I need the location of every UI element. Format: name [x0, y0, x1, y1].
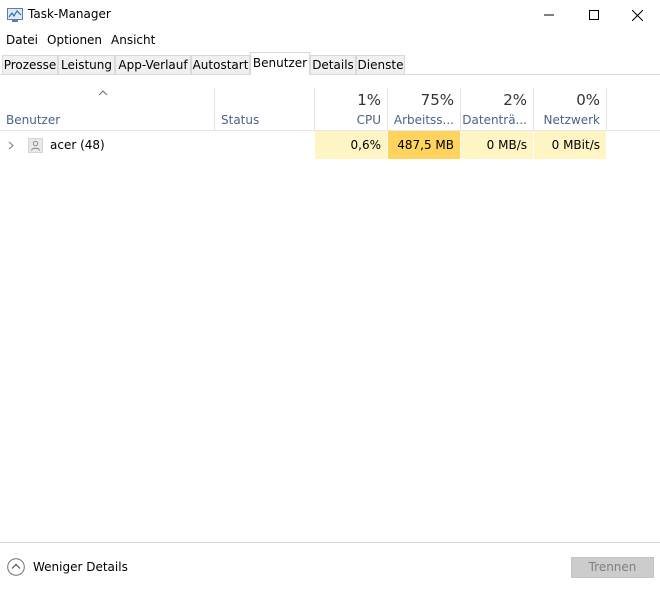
fewer-details-link[interactable]: Weniger Details [33, 560, 128, 574]
network-header-label: Netzwerk [543, 113, 600, 127]
tab-autostart[interactable]: Autostart [191, 55, 250, 74]
disk-cell: 0 MB/s [461, 131, 533, 159]
header-benutzer[interactable]: Benutzer [6, 113, 60, 127]
cpu-total-percent: 1% [357, 91, 381, 109]
disk-header-label: Datenträ... [462, 113, 527, 127]
cpu-cell: 0,6% [315, 131, 387, 159]
tab-details[interactable]: Details [310, 55, 356, 74]
menu-item-optionen[interactable]: Optionen [47, 33, 102, 47]
footer: Weniger Details Trennen [0, 542, 660, 592]
header-memory[interactable]: 75% Arbeitss... [388, 88, 460, 130]
menu-item-ansicht[interactable]: Ansicht [111, 33, 155, 47]
expand-chevron-icon[interactable] [8, 141, 14, 150]
sort-ascending-icon [98, 90, 108, 96]
menu-item-datei[interactable]: Datei [6, 33, 38, 47]
disk-total-percent: 2% [503, 91, 527, 109]
disconnect-button[interactable]: Trennen [571, 557, 654, 578]
header-disk[interactable]: 2% Datenträ... [461, 88, 533, 130]
network-cell: 0 MBit/s [534, 131, 606, 159]
network-total-percent: 0% [576, 91, 600, 109]
header-network[interactable]: 0% Netzwerk [534, 88, 606, 130]
column-divider[interactable] [214, 88, 215, 130]
window-title: Task-Manager [28, 7, 111, 21]
tab-leistung[interactable]: Leistung [58, 55, 115, 74]
tab-benutzer[interactable]: Benutzer [250, 52, 310, 75]
tab-dienste[interactable]: Dienste [356, 55, 405, 74]
title-bar: Task-Manager [0, 0, 660, 30]
collapse-details-icon[interactable] [7, 558, 25, 576]
tab-app-verlauf[interactable]: App-Verlauf [115, 55, 191, 74]
task-manager-icon [7, 8, 23, 22]
table-row[interactable]: acer (48) 0,6% 487,5 MB 0 MB/s 0 MBit/s [0, 131, 660, 159]
header-status[interactable]: Status [221, 113, 259, 127]
memory-total-percent: 75% [420, 91, 454, 109]
minimize-icon [544, 14, 554, 16]
close-icon [631, 9, 643, 21]
header-cpu[interactable]: 1% CPU [315, 88, 387, 130]
close-button[interactable] [614, 0, 660, 30]
user-avatar-icon [28, 138, 43, 153]
tab-bar: Prozesse Leistung App-Verlauf Autostart … [0, 52, 660, 75]
column-divider[interactable] [606, 88, 607, 130]
memory-cell: 487,5 MB [388, 131, 460, 159]
cpu-header-label: CPU [356, 113, 381, 127]
column-headers: Benutzer Status 1% CPU 75% Arbeitss... 2… [0, 88, 660, 131]
minimize-button[interactable] [526, 0, 572, 30]
menu-bar: Datei Optionen Ansicht [0, 30, 660, 50]
tab-prozesse[interactable]: Prozesse [2, 55, 58, 74]
maximize-button[interactable] [571, 0, 617, 30]
user-name: acer (48) [50, 138, 105, 152]
memory-header-label: Arbeitss... [393, 113, 454, 127]
maximize-icon [589, 10, 599, 20]
